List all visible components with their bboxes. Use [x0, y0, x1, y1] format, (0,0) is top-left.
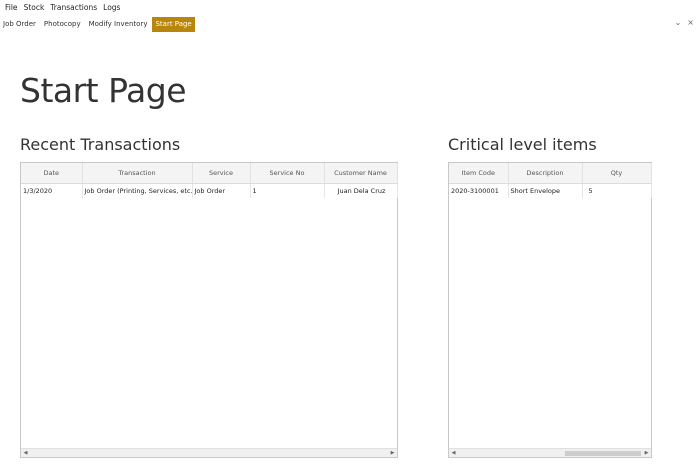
- cell-service: Job Order: [192, 183, 251, 198]
- window-controls: ⌄ ×: [675, 18, 694, 27]
- horizontal-scrollbar[interactable]: ◀ ▶: [21, 448, 397, 457]
- table-header-row: Item Code Description Qty: [449, 163, 652, 184]
- tab-start-page[interactable]: Start Page: [152, 17, 195, 32]
- column-header-customer-name[interactable]: Customer Name: [324, 163, 398, 184]
- tab-photocopy[interactable]: Photocopy: [41, 17, 84, 32]
- menu-stock[interactable]: Stock: [21, 3, 48, 12]
- page-title: Start Page: [20, 71, 187, 110]
- menu-transactions[interactable]: Transactions: [47, 3, 100, 12]
- recent-transactions-table: Date Transaction Service Service No Cust…: [21, 163, 398, 198]
- column-header-description[interactable]: Description: [508, 163, 583, 184]
- column-header-service-no[interactable]: Service No: [250, 163, 325, 184]
- menu-file[interactable]: File: [2, 3, 21, 12]
- scrollbar-thumb[interactable]: [565, 451, 641, 456]
- column-header-transaction[interactable]: Transaction: [82, 163, 193, 184]
- column-header-date[interactable]: Date: [21, 163, 83, 184]
- tab-modify-inventory[interactable]: Modify Inventory: [86, 17, 151, 32]
- menu-bar: File Stock Transactions Logs: [0, 0, 700, 15]
- critical-items-grid[interactable]: Item Code Description Qty 2020-3100001 S…: [448, 162, 652, 458]
- scroll-left-icon[interactable]: ◀: [21, 449, 30, 458]
- cell-transaction: Job Order (Printing, Services, etc.): [82, 183, 193, 198]
- column-header-service[interactable]: Service: [192, 163, 251, 184]
- critical-items-title: Critical level items: [448, 135, 597, 154]
- scroll-right-icon[interactable]: ▶: [388, 449, 397, 458]
- scroll-left-icon[interactable]: ◀: [449, 449, 458, 458]
- tab-job-order[interactable]: Job Order: [0, 17, 39, 32]
- close-icon[interactable]: ×: [687, 18, 694, 27]
- column-header-qty[interactable]: Qty: [582, 163, 652, 184]
- column-header-item-code[interactable]: Item Code: [449, 163, 509, 184]
- recent-transactions-grid[interactable]: Date Transaction Service Service No Cust…: [20, 162, 398, 458]
- minimize-icon[interactable]: ⌄: [675, 18, 682, 27]
- tab-bar: Job Order Photocopy Modify Inventory Sta…: [0, 16, 700, 33]
- cell-description: Short Envelope: [508, 183, 583, 198]
- table-row[interactable]: 2020-3100001 Short Envelope 5: [449, 183, 652, 198]
- cell-item-code: 2020-3100001: [449, 183, 509, 198]
- recent-transactions-title: Recent Transactions: [20, 135, 181, 154]
- cell-date: 1/3/2020: [21, 183, 83, 198]
- table-row[interactable]: 1/3/2020 Job Order (Printing, Services, …: [21, 183, 398, 198]
- horizontal-scrollbar[interactable]: ◀ ▶: [449, 448, 651, 457]
- cell-service-no: 1: [250, 183, 325, 198]
- menu-logs[interactable]: Logs: [100, 3, 123, 12]
- cell-customer-name: Juan Dela Cruz: [324, 183, 398, 198]
- cell-qty: 5: [582, 183, 652, 198]
- critical-items-table: Item Code Description Qty 2020-3100001 S…: [449, 163, 652, 198]
- scroll-right-icon[interactable]: ▶: [642, 449, 651, 458]
- table-header-row: Date Transaction Service Service No Cust…: [21, 163, 398, 184]
